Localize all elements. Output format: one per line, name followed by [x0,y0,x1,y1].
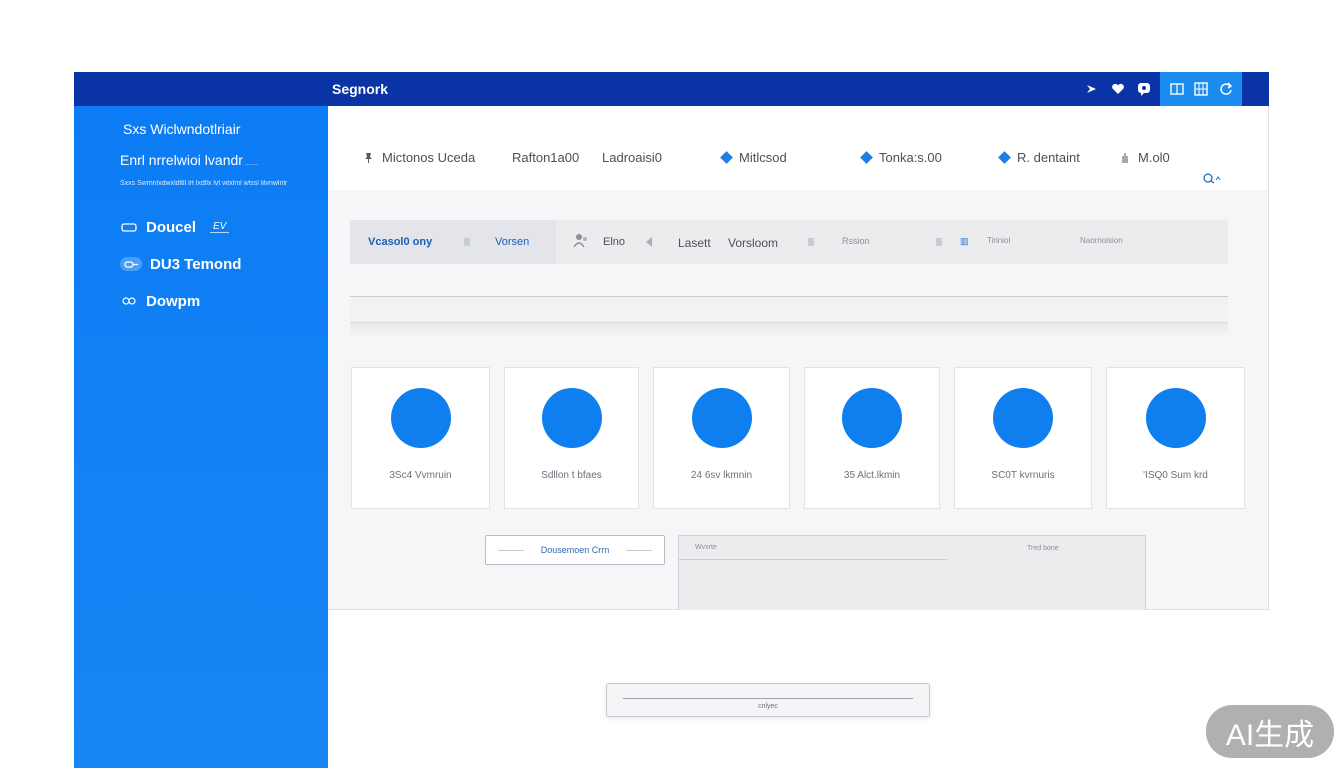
hand-icon [1118,152,1130,164]
card-circle-icon [993,388,1053,448]
content-strip-shadow [350,323,1228,337]
card-label: 35 Alct.lkmin [843,470,901,481]
title-icon-group-highlight [1160,72,1242,106]
sidebar-item-label: Doucel [146,218,197,236]
card-label: Sdllon t bfaes [541,470,602,481]
toolbar-item-r-dentaint[interactable]: R. dentaint [998,150,1080,165]
sidebar: Sxs Wiclwndotlriair Enrl nrrelwioi lvand… [74,106,328,768]
link-icon [120,257,142,271]
tab-elno[interactable]: Elno [603,236,625,248]
content-strip [350,296,1228,323]
card-label: 'ISQ0 Sum krd [1143,470,1208,481]
card-circle-icon [691,388,752,448]
floating-bar-label: cnlyec [758,703,778,710]
card-circle-icon [1145,388,1206,448]
refresh-icon[interactable] [1218,81,1234,97]
toolbar-item-m-ol0[interactable]: M.ol0 [1118,150,1170,165]
card[interactable]: 35 Alct.lkmin [804,367,940,509]
card[interactable]: 24 6sv lkmnin [653,367,790,509]
card-circle-icon [390,388,451,448]
sidebar-subheading-text: Enrl nrrelwioi lvandr [120,152,243,168]
tab-separator [464,238,470,246]
tab-naornoision[interactable]: Naornoision [1080,236,1123,245]
card-grid: 3Sc4 Vvmruin Sdllon t bfaes 24 6sv lkmni… [351,367,1245,509]
floating-bar-divider [623,698,913,699]
toolbar-item-label: M.ol0 [1138,150,1170,165]
tab-rssion[interactable]: Rssion [842,236,870,246]
toolbar-item-label: Rafton1a00 [512,150,580,165]
tab-vorsen[interactable]: Vorsen [495,236,529,248]
card-circle-icon [842,388,902,448]
card-label: 24 6sv lkmnin [690,470,753,481]
toolbar-item-label: R. dentaint [1017,150,1080,165]
chat-icon[interactable] [1136,81,1152,97]
send-icon[interactable] [1084,81,1100,97]
filter-input[interactable]: Wvxrte [679,536,947,560]
sidebar-item-label: DU3 Temond [150,255,242,273]
chevron-left-icon[interactable] [646,237,652,247]
main-panel: Mictonos Uceda Rafton1a00 Ladroaisi0 Mit… [328,106,1269,610]
tab-tiriniol[interactable]: Tiriniol [987,236,1010,245]
tab-lasett[interactable]: Lasett [678,236,711,250]
toolbar-search-button[interactable] [1202,172,1222,184]
toolbar-item-mitlcsod[interactable]: Mitlcsod [720,150,787,165]
search-icon [1203,173,1221,184]
sidebar-subheading-small: ........ [244,161,259,167]
sidebar-heading: Sxs Wiclwndotlriair [123,121,241,137]
chart-bar-icon: ▥ [960,236,969,246]
diamond-icon [998,151,1011,164]
toolbar-item-tonkas[interactable]: Tonka:s.00 [860,150,942,165]
document-button[interactable]: Dousemoen Crrn [485,535,665,565]
sidebar-subheading: Enrl nrrelwioi lvandr........ [120,152,258,168]
tab-separator [808,238,814,246]
diamond-icon [720,151,733,164]
floating-input-bar[interactable]: cnlyec [606,683,930,717]
title-icon-group [1084,72,1152,106]
heart-icon[interactable] [1110,81,1126,97]
ai-generated-watermark: AI生成 [1206,705,1334,758]
tab-separator [936,238,942,246]
window-icon[interactable] [1169,81,1185,97]
sidebar-item-badge: EV [210,221,230,233]
toolbar-item-label: Mitlcsod [739,150,787,165]
title-bar: Segnork [74,72,1269,106]
toolbar-item-rafton[interactable]: Rafton1a00 [512,150,579,165]
toolbar-item-label: Mictonos Uceda [382,150,476,165]
tab-vcasol0-ony[interactable]: Vcasol0 ony [368,236,432,248]
sidebar-item-dowpm[interactable]: Dowpm [120,288,200,314]
people-icon [573,234,587,248]
toolbar: Mictonos Uceda Rafton1a00 Ladroaisi0 Mit… [328,106,1268,190]
card[interactable]: 3Sc4 Vvmruin [351,367,490,509]
folder-icon [120,220,138,234]
card-circle-icon [541,388,602,448]
tab-bar: Vcasol0 ony Vorsen Elno Lasett Vorsloom … [350,220,1228,264]
card[interactable]: Sdllon t bfaes [504,367,639,509]
card-label: SC0T kvrnuris [991,470,1055,481]
diamond-icon [860,151,873,164]
sidebar-item-du3-temond[interactable]: DU3 Temond [120,251,241,277]
tab-vorsloom[interactable]: Vorsloom [728,236,778,250]
sidebar-item-label: Dowpm [146,292,201,310]
app-window: Segnork Sxs Wiclwndotlriair Enrl nrrelwi… [74,72,1269,768]
card-label: 3Sc4 Vvmruin [389,470,452,481]
filter-panel: Wvxrte Tred bone [678,535,1146,610]
app-title: Segnork [332,81,389,97]
card[interactable]: SC0T kvrnuris [954,367,1092,509]
filter-placeholder: Wvxrte [695,544,717,551]
sidebar-description: Sxxs Swmnlxdwxldltll lrt lxdllx lvt wtxl… [120,180,288,187]
pin-icon [362,152,374,164]
grid-icon[interactable] [1193,81,1209,97]
toolbar-item-label: Ladroaisi0 [602,150,662,165]
sidebar-item-doucel[interactable]: Doucel EV [120,214,230,240]
card[interactable]: 'ISQ0 Sum krd [1106,367,1245,509]
filter-option-label[interactable]: Tred bone [1027,545,1059,552]
toolbar-item-mictonos[interactable]: Mictonos Uceda [362,150,475,165]
toolbar-item-label: Tonka:s.00 [879,150,942,165]
download-icon [120,294,138,308]
toolbar-item-ladroaisi[interactable]: Ladroaisi0 [602,150,662,165]
